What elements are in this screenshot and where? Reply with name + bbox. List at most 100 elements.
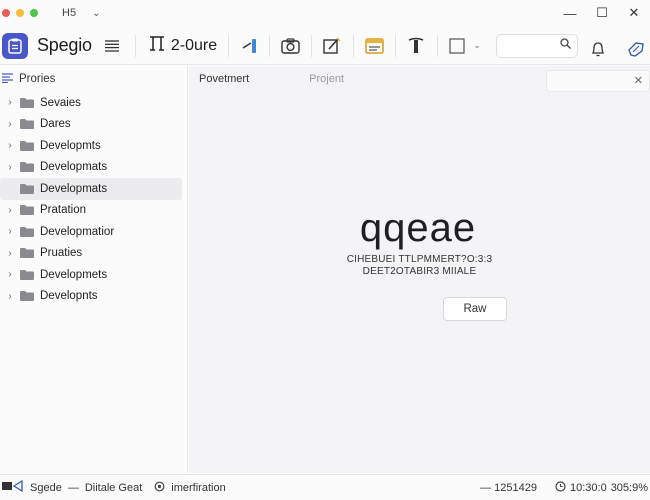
list-icon (2, 72, 14, 86)
chevron-right-icon[interactable]: › (0, 162, 20, 173)
sidebar: Prories › Sevaies › Dares › Developmts › Develo… (0, 66, 188, 473)
tree-item[interactable]: › Developmatior (0, 221, 182, 243)
tree-item-label: Pruaties (40, 247, 83, 260)
tab-povetmert[interactable]: Povetmert (199, 73, 249, 85)
edit-icon[interactable] (321, 32, 343, 60)
app-logo-icon[interactable] (2, 32, 28, 59)
calendar-icon[interactable] (363, 32, 385, 60)
title-bar: H5 ⌄ — ☐ ✕ (0, 0, 650, 26)
structure-icon (149, 35, 165, 56)
status-time: 10:30:0 (569, 482, 607, 494)
tab-projent[interactable]: Projent (309, 73, 344, 85)
format-icon[interactable] (405, 32, 427, 60)
chevron-down-icon[interactable]: ⌄ (471, 32, 483, 60)
toolbar-divider (311, 34, 313, 57)
structure-label: 2-0ure (170, 36, 218, 54)
zoom-window-dot[interactable] (30, 9, 38, 17)
status-doc: Diitale Geat (84, 481, 143, 494)
sidebar-title: Prories (19, 73, 56, 85)
tree-item-label: Developmatior (40, 225, 115, 238)
folder-icon (20, 291, 34, 302)
maximize-button[interactable]: ☐ (586, 5, 618, 21)
tree-item[interactable]: › Developmts (0, 135, 182, 157)
sync-icon[interactable] (2, 479, 24, 495)
empty-state: qqeae CIHEBUEI TTLPMMERT?O:3:3 DEET2OTAB… (189, 206, 650, 278)
app-window: H5 ⌄ — ☐ ✕ Spegio 2-0ure ⌄ Prories › Sev… (0, 0, 650, 500)
search-icon[interactable] (560, 38, 571, 52)
chevron-right-icon[interactable]: › (0, 140, 20, 151)
window-title: H5 (62, 7, 77, 19)
folder-icon (20, 205, 34, 216)
window-controls: — ☐ ✕ (554, 0, 650, 26)
camera-icon[interactable] (279, 32, 301, 60)
folder-icon (20, 269, 34, 280)
close-button[interactable]: ✕ (618, 5, 650, 21)
tree-item[interactable]: Developmats (0, 178, 182, 200)
tree-item[interactable]: › Dares (0, 114, 182, 136)
structure-button[interactable]: 2-0ure (149, 35, 217, 56)
tag-icon[interactable] (626, 35, 646, 63)
folder-icon (20, 162, 34, 173)
folder-icon (20, 226, 34, 237)
tree-item-label: Dares (40, 118, 71, 131)
tree-item-label: Sevaies (40, 96, 81, 109)
settings-icon[interactable] (154, 481, 165, 495)
list-icon[interactable] (103, 32, 121, 60)
toolbar-divider (437, 34, 439, 57)
bell-icon[interactable] (589, 35, 607, 63)
app-name: Spegio (37, 35, 92, 55)
square-icon[interactable] (449, 32, 465, 60)
chevron-down-icon[interactable]: ⌄ (92, 8, 100, 19)
chevron-right-icon[interactable]: › (0, 226, 20, 237)
minimize-window-dot[interactable] (16, 9, 24, 17)
hero-line-2: DEET2OTABIR3 MIIALE (362, 266, 477, 277)
chevron-right-icon[interactable]: › (0, 269, 20, 280)
clock-icon (555, 481, 566, 495)
sidebar-header: Prories (0, 66, 187, 92)
close-icon[interactable]: ✕ (634, 74, 643, 87)
tree-item[interactable]: › Pruaties (0, 243, 182, 265)
toolbar-divider (269, 34, 271, 57)
tree-item[interactable]: › Sevaies (0, 92, 182, 114)
status-bar: Sgede — Diitale Geat imerfiration — 1251… (0, 474, 650, 500)
main-search-input[interactable]: ✕ (546, 70, 650, 92)
dash-separator: — (480, 482, 495, 494)
chevron-right-icon[interactable]: › (0, 97, 20, 108)
status-left: Sgede — Diitale Geat imerfiration (2, 479, 226, 495)
tree-item[interactable]: › Developmats (0, 157, 182, 179)
toolbar-search-input[interactable] (496, 34, 578, 58)
folder-icon (20, 119, 34, 130)
status-zoom[interactable]: 305:9% (611, 482, 648, 494)
close-window-dot[interactable] (2, 9, 10, 17)
tree-item[interactable]: › Developnts (0, 286, 182, 308)
ruler-icon[interactable] (239, 32, 261, 60)
traffic-lights (2, 9, 38, 17)
folder-icon (20, 140, 34, 151)
chevron-right-icon[interactable]: › (0, 119, 20, 130)
tree-item-label: Developmets (40, 268, 108, 281)
tree-item[interactable]: › Developmets (0, 264, 182, 286)
tree-item-label: Developnts (40, 290, 98, 303)
tree-item-label: Developmts (40, 139, 101, 152)
raw-button[interactable]: Raw (443, 297, 507, 321)
hero-title: qqeae (359, 206, 477, 250)
tree-item[interactable]: › Pratation (0, 200, 182, 222)
folder-icon (20, 97, 34, 108)
toolbar-divider (228, 34, 230, 57)
main-panel: Povetmert Projent ✕ qqeae CIHEBUEI TTLPM… (189, 66, 650, 473)
tree-item-label: Developmats (40, 161, 108, 174)
chevron-right-icon[interactable]: › (0, 291, 20, 302)
hero-line-1: CIHEBUEI TTLPMMERT?O:3:3 (346, 254, 493, 265)
tree-item-label: Pratation (40, 204, 87, 217)
tree-item-label: Developmats (40, 182, 108, 195)
chevron-right-icon[interactable]: › (0, 205, 20, 216)
minimize-button[interactable]: — (554, 6, 586, 21)
chevron-right-icon[interactable]: › (0, 248, 20, 259)
status-app: Sgede (30, 481, 62, 494)
toolbar-divider (134, 34, 136, 57)
status-count-group: — 1251429 (480, 482, 537, 494)
status-info: imerfiration (171, 481, 226, 494)
tab-bar: Povetmert Projent (199, 73, 344, 85)
status-clock-group: 10:30:0 305:9% (555, 481, 648, 495)
toolbar-divider (395, 34, 397, 57)
